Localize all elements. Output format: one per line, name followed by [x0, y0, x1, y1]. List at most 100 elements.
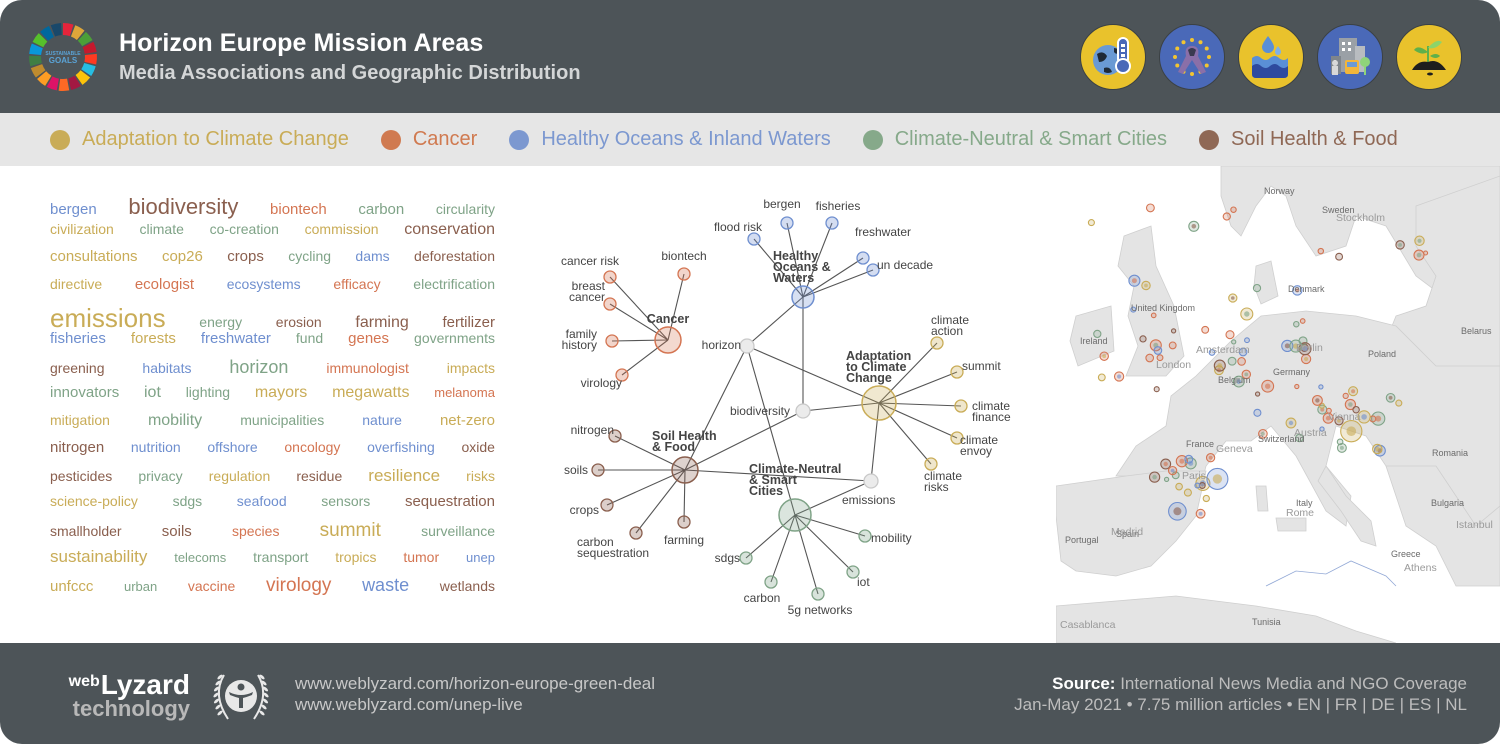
legend-item[interactable]: Adaptation to Climate Change	[50, 128, 349, 151]
network-leaf-node[interactable]	[605, 334, 619, 348]
word-cloud-term[interactable]: fisheries	[50, 330, 106, 347]
word-cloud-term[interactable]: offshore	[207, 439, 257, 455]
word-cloud-term[interactable]: dams	[355, 248, 389, 264]
word-cloud-term[interactable]: mobility	[148, 412, 202, 430]
map-bubble[interactable]	[1139, 335, 1147, 343]
word-cloud-term[interactable]: unfccc	[50, 578, 93, 595]
map-bubble[interactable]	[1395, 399, 1403, 407]
legend-item[interactable]: Cancer	[380, 128, 477, 151]
map-bubble[interactable]	[1237, 357, 1246, 366]
word-cloud-term[interactable]: deforestation	[414, 248, 495, 264]
word-cloud-term[interactable]: efficacy	[333, 276, 380, 292]
map-bubble[interactable]	[1170, 328, 1177, 334]
word-cloud-term[interactable]: innovators	[50, 384, 119, 401]
word-cloud-term[interactable]: net-zero	[440, 412, 495, 429]
map-bubble[interactable]	[1342, 392, 1349, 400]
network-shared-node[interactable]	[739, 338, 755, 354]
word-cloud-term[interactable]: sequestration	[405, 493, 495, 510]
network-leaf-node[interactable]	[825, 216, 839, 230]
word-cloud-term[interactable]: tropics	[335, 549, 376, 565]
unep-logo[interactable]	[210, 667, 272, 727]
map-bubble[interactable]	[1336, 438, 1344, 446]
word-cloud-term[interactable]: biontech	[270, 201, 327, 218]
word-cloud-term[interactable]: climate	[140, 221, 184, 237]
word-cloud-term[interactable]: privacy	[138, 468, 182, 484]
climate-thermometer-icon[interactable]	[1080, 24, 1146, 90]
word-cloud-term[interactable]: municipalities	[240, 412, 324, 428]
network-leaf-node[interactable]	[603, 270, 617, 284]
word-cloud-term[interactable]: erosion	[276, 314, 322, 330]
word-cloud-term[interactable]: biodiversity	[128, 194, 238, 220]
water-drop-icon[interactable]	[1238, 24, 1304, 90]
word-cloud-term[interactable]: electrification	[413, 276, 495, 292]
word-cloud-term[interactable]: oxide	[461, 439, 494, 455]
word-cloud-term[interactable]: carbon	[358, 201, 404, 218]
word-cloud-term[interactable]: ecologist	[135, 276, 194, 293]
map-bubble[interactable]	[1097, 373, 1106, 382]
network-hub-node[interactable]	[861, 385, 897, 421]
word-cloud-term[interactable]: oncology	[284, 439, 340, 455]
network-leaf-node[interactable]	[747, 232, 761, 246]
network-leaf-node[interactable]	[677, 515, 691, 529]
word-cloud-term[interactable]: regulation	[209, 468, 271, 484]
map-bubble[interactable]	[1294, 383, 1300, 390]
word-cloud-term[interactable]: conservation	[404, 221, 495, 239]
word-cloud-term[interactable]: seafood	[237, 493, 287, 509]
word-cloud-term[interactable]: crops	[227, 248, 264, 265]
word-cloud-term[interactable]: sustainability	[50, 547, 147, 567]
network-shared-node[interactable]	[795, 403, 811, 419]
word-cloud-term[interactable]: bergen	[50, 201, 97, 218]
map-bubble[interactable]	[1225, 330, 1235, 340]
network-shared-node[interactable]	[863, 473, 879, 489]
word-cloud-term[interactable]: soils	[162, 523, 192, 540]
word-cloud-term[interactable]: consultations	[50, 248, 138, 265]
map-bubble[interactable]	[1252, 283, 1262, 293]
map-bubble[interactable]	[1163, 476, 1170, 483]
map-bubble[interactable]	[1299, 318, 1306, 324]
map-bubble[interactable]	[1293, 320, 1300, 328]
map-bubble[interactable]	[1230, 206, 1237, 213]
word-cloud-term[interactable]: tumor	[403, 549, 439, 565]
url-unep-live[interactable]: www.weblyzard.com/unep-live	[295, 694, 655, 715]
word-cloud-term[interactable]: summit	[320, 520, 381, 542]
word-cloud-term[interactable]: habitats	[142, 360, 191, 376]
word-cloud-term[interactable]: sensors	[321, 493, 370, 509]
word-cloud-term[interactable]: ecosystems	[227, 276, 301, 292]
word-cloud-term[interactable]: fund	[296, 330, 323, 346]
map-bubble[interactable]	[1202, 494, 1210, 503]
network-leaf-node[interactable]	[930, 336, 944, 350]
word-cloud-term[interactable]: greening	[50, 360, 105, 376]
network-leaf-node[interactable]	[677, 267, 691, 281]
map-bubble[interactable]	[1254, 391, 1261, 397]
network-leaf-node[interactable]	[629, 526, 643, 540]
word-cloud-term[interactable]: governments	[414, 330, 495, 346]
map-bubble[interactable]	[1227, 356, 1237, 366]
word-cloud-term[interactable]: mayors	[255, 384, 307, 402]
word-cloud-term[interactable]: pesticides	[50, 468, 112, 484]
network-leaf-node[interactable]	[591, 463, 605, 477]
word-cloud-term[interactable]: resilience	[368, 466, 440, 486]
word-cloud-term[interactable]: species	[232, 523, 279, 539]
legend-item[interactable]: Soil Health & Food	[1199, 128, 1398, 151]
legend-item[interactable]: Climate-Neutral & Smart Cities	[862, 128, 1167, 151]
network-leaf-node[interactable]	[856, 251, 870, 265]
word-cloud-term[interactable]: transport	[253, 549, 308, 565]
soil-sprout-icon[interactable]	[1396, 24, 1462, 90]
map-bubble[interactable]	[1317, 247, 1325, 255]
word-cloud-term[interactable]: nitrogen	[50, 439, 104, 456]
map-bubble[interactable]	[1153, 346, 1163, 355]
word-cloud-term[interactable]: circularity	[436, 201, 495, 217]
url-green-deal[interactable]: www.weblyzard.com/horizon-europe-green-d…	[295, 673, 655, 694]
network-leaf-node[interactable]	[739, 551, 753, 565]
word-cloud-term[interactable]: smallholder	[50, 523, 122, 539]
word-cloud-term[interactable]: commission	[305, 221, 379, 237]
word-cloud-term[interactable]: energy	[199, 314, 242, 330]
map-bubble[interactable]	[1194, 482, 1201, 489]
network-leaf-node[interactable]	[603, 297, 617, 311]
word-cloud-term[interactable]: residue	[296, 468, 342, 484]
map-bubble[interactable]	[1175, 482, 1183, 491]
word-cloud-term[interactable]: sdgs	[173, 493, 203, 509]
network-leaf-node[interactable]	[764, 575, 778, 589]
word-cloud-term[interactable]: cycling	[288, 248, 331, 264]
word-cloud-term[interactable]: virology	[266, 575, 331, 597]
